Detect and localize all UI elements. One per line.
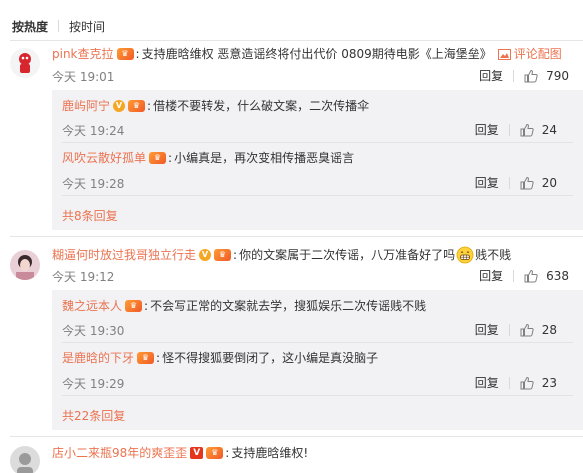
comment-text: 支持鹿晗维权!	[231, 446, 309, 460]
comment-actions: 回复 638	[479, 267, 569, 284]
comment-actions: 回复 790	[479, 67, 569, 84]
reply-button[interactable]: 回复	[475, 374, 499, 391]
verified-icon: V	[199, 249, 212, 261]
reply-time: 今天 19:30	[62, 324, 125, 338]
fan-medal-icon: ♛	[125, 300, 143, 312]
reply-line: 是鹿晗的下牙 ♛ : 怪不得搜狐要倒闭了，这小编是真没脑子	[62, 350, 379, 366]
reply-username[interactable]: 鹿屿阿宁	[62, 98, 110, 114]
comment-line: 店小二来瓶98年的爽歪歪 V ♛ : 支持鹿晗维权!	[52, 445, 309, 461]
fan-medal-icon: ♛	[206, 447, 224, 459]
reply-time: 今天 19:29	[62, 377, 125, 391]
avatar[interactable]	[10, 250, 40, 280]
reply-actions: 回复 24	[475, 121, 557, 138]
reply-line: 魏之远本人 ♛ : 不会写正常的文案就去学，搜狐娱乐二次传谣贱不贱	[62, 298, 427, 314]
like-count: 20	[541, 175, 557, 190]
comment-text-suffix: 贱不贱	[475, 248, 512, 262]
comment-divider	[10, 236, 583, 237]
comment-time: 今天 19:12	[52, 270, 115, 284]
reply-text: 不会写正常的文案就去学，搜狐娱乐二次传谣贱不贱	[150, 299, 427, 313]
reply-username[interactable]: 风吹云散好孤单	[62, 150, 146, 166]
thumb-up-icon[interactable]	[520, 123, 534, 137]
comment-username[interactable]: 店小二来瓶98年的爽歪歪	[52, 445, 187, 461]
fan-medal-icon: ♛	[116, 48, 134, 60]
more-replies-link[interactable]: 共8条回复	[62, 207, 118, 224]
fan-medal-icon: ♛	[137, 352, 155, 364]
verified-icon: V	[190, 447, 204, 459]
thumb-up-icon[interactable]	[524, 269, 538, 283]
reply-actions: 回复 20	[475, 174, 557, 191]
reply-divider	[62, 395, 573, 396]
reply-list: 鹿屿阿宁 V ♛ : 借楼不要转发，什么破文案，二次传播伞 今天 19:24 回…	[52, 90, 583, 230]
sort-tabs: 按热度 按时间	[12, 18, 105, 34]
comment-line: pink查克拉 ♛ : 支持鹿晗维权 恶意造谣终将付出代价 0809期待电影《上…	[52, 46, 562, 62]
avatar[interactable]	[10, 48, 40, 78]
avatar[interactable]	[10, 446, 40, 473]
comment-time: 今天 19:01	[52, 70, 115, 84]
reply-button[interactable]: 回复	[475, 174, 499, 191]
reply-line: 鹿屿阿宁 V ♛ : 借楼不要转发，什么破文案，二次传播伞	[62, 98, 370, 114]
like-count: 23	[541, 375, 557, 390]
reply-username[interactable]: 魏之远本人	[62, 298, 122, 314]
reply-username[interactable]: 是鹿晗的下牙	[62, 350, 134, 366]
fan-medal-icon: ♛	[214, 249, 232, 261]
fan-medal-icon: ♛	[128, 100, 146, 112]
reply-actions: 回复 28	[475, 321, 557, 338]
comment-text: 支持鹿晗维权 恶意造谣终将付出代价 0809期待电影《上海堡垒》	[141, 47, 492, 61]
reply-divider	[62, 142, 573, 143]
reply-line: 风吹云散好孤单 ♛ : 小编真是，再次变相传播恶臭谣言	[62, 150, 355, 166]
reply-time: 今天 19:24	[62, 124, 125, 138]
comment-divider	[10, 436, 583, 437]
image-icon	[497, 48, 511, 60]
like-count: 28	[541, 322, 557, 337]
reply-text: 小编真是，再次变相传播恶臭谣言	[174, 151, 355, 165]
thumb-up-icon[interactable]	[520, 376, 534, 390]
reply-button[interactable]: 回复	[479, 267, 503, 284]
thumb-up-icon[interactable]	[520, 176, 534, 190]
reply-button[interactable]: 回复	[475, 321, 499, 338]
reply-actions: 回复 23	[475, 374, 557, 391]
reply-divider	[62, 342, 573, 343]
reply-text: 怪不得搜狐要倒闭了，这小编是真没脑子	[162, 351, 379, 365]
comment-username[interactable]: pink查克拉	[52, 46, 114, 62]
like-count: 24	[541, 122, 557, 137]
reply-text: 借楼不要转发，什么破文案，二次传播伞	[153, 99, 370, 113]
tab-divider	[58, 20, 60, 32]
comment-pic-link[interactable]: 评论配图	[497, 46, 562, 62]
fan-medal-icon: ♛	[149, 152, 167, 164]
reply-time: 今天 19:28	[62, 177, 125, 191]
more-replies-link[interactable]: 共22条回复	[62, 407, 125, 424]
like-count: 638	[546, 268, 569, 283]
grin-emoji-icon	[456, 246, 474, 264]
comment-text: 你的文案属于二次传谣，八万准备好了吗	[239, 248, 456, 262]
comment-line: 糊逼何时放过我哥独立行走 V ♛ : 你的文案属于二次传谣，八万准备好了吗 贱不…	[52, 246, 512, 264]
header-divider	[10, 40, 583, 41]
comment-username[interactable]: 糊逼何时放过我哥独立行走	[52, 247, 196, 263]
like-count: 790	[546, 68, 569, 83]
reply-button[interactable]: 回复	[479, 67, 503, 84]
thumb-up-icon[interactable]	[520, 323, 534, 337]
thumb-up-icon[interactable]	[524, 69, 538, 83]
verified-icon: V	[113, 100, 126, 112]
reply-list: 魏之远本人 ♛ : 不会写正常的文案就去学，搜狐娱乐二次传谣贱不贱 今天 19:…	[52, 290, 583, 430]
tab-by-time[interactable]: 按时间	[69, 18, 105, 35]
reply-button[interactable]: 回复	[475, 121, 499, 138]
reply-divider	[62, 195, 573, 196]
tab-by-hot[interactable]: 按热度	[12, 18, 48, 35]
